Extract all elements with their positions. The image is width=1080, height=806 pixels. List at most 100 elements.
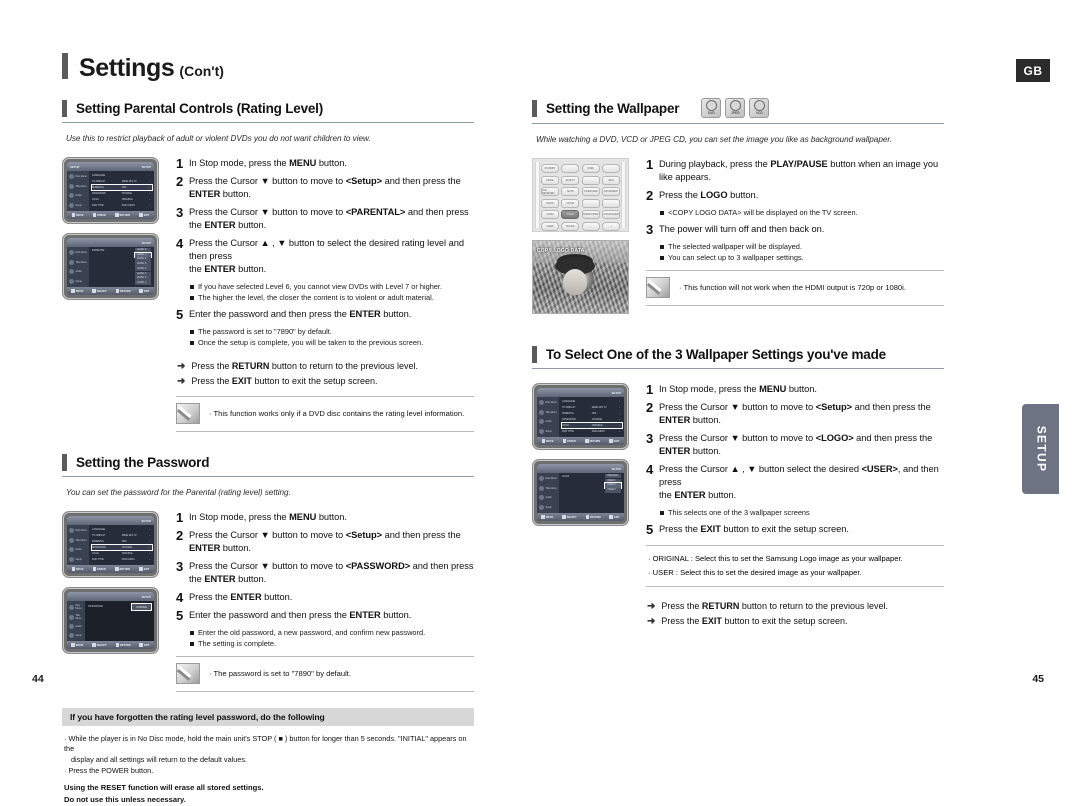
step-item: 1 During playback, press the PLAY/PAUSE b… — [646, 158, 944, 184]
remote-key: INFO — [602, 175, 620, 185]
pencil-icon — [646, 277, 670, 298]
osd-footer-label: ENTER — [97, 213, 106, 217]
osd-option: USER 3 — [605, 488, 621, 493]
step-bullets: Enter the old password, a new password, … — [189, 627, 474, 649]
audio-icon — [539, 495, 544, 501]
remote-control-thumbnail: STANDBY . OPEN . MODE EFFECT . INFO DVD … — [532, 158, 629, 232]
osd-side-label: Audio — [75, 548, 82, 552]
step-item: 5 Press the EXIT button to exit the setup… — [646, 523, 944, 536]
osd-row-value: OFF — [121, 185, 127, 189]
disc-menu-icon — [539, 400, 544, 406]
step-text: In Stop mode, press the MENU button. — [189, 158, 347, 168]
step-item: 2 Press the Cursor ▼ button to move to <S… — [176, 529, 474, 555]
osd-title-left — [540, 391, 541, 395]
osd-footer-label: EXIT — [143, 643, 150, 647]
osd-option: LEVEL 1 — [135, 280, 151, 286]
osd-row-value: ORIGINAL — [121, 197, 133, 201]
step-text: In Stop mode, press the MENU button. — [659, 384, 817, 394]
band-line: · While the player is in No Disc mode, h… — [64, 734, 467, 753]
disc-menu-icon — [69, 250, 74, 256]
osd-footer-label: EXIT — [613, 515, 620, 519]
osd-row-value: WIDE 16:9 TV — [121, 179, 137, 183]
osd-footer-label: MOVE — [76, 567, 84, 571]
step-text: Enter the password and then press the EN… — [189, 309, 412, 319]
osd-row-value: WIDE 16:9 TV — [591, 405, 607, 409]
osd-side-menu: Disc Menu Title Menu Audio Setup — [67, 171, 89, 211]
osd-side-label: Disc Menu — [75, 529, 87, 533]
osd-side-label: Disc Menu — [545, 401, 557, 405]
heading-text: Setting Parental Controls (Rating Level) — [76, 101, 324, 116]
step-text: In Stop mode, press the MENU button. — [189, 512, 347, 522]
title-menu-icon — [539, 409, 544, 415]
osd-footer-label: MOVE — [546, 439, 554, 443]
step-text: Press the LOGO button. — [659, 190, 759, 200]
osd-footer-label: MOVE — [75, 643, 84, 647]
step-text: Press the Cursor ▲ , ▼ button select the… — [659, 464, 939, 500]
step-text: Press the Cursor ▼ button to move to <Se… — [189, 176, 461, 199]
remote-key-logo: LOGO — [561, 210, 580, 220]
memo-text: · This function will not work when the H… — [679, 283, 906, 292]
osd-row-label: PARENTAL — [92, 185, 105, 189]
step-number: 3 — [176, 559, 184, 574]
remote-key: SLEEP — [541, 221, 559, 231]
osd-footer-label: MOVE — [545, 515, 554, 519]
osd-row-value: OFF — [591, 411, 597, 415]
remote-key: ZOOM — [541, 210, 559, 220]
osd-side-label: Setup — [75, 634, 82, 637]
thumbnail-stack: SETUP Disc Menu Title Menu Audio Setup L… — [62, 511, 166, 663]
osd-footer-label: SELECT — [96, 289, 107, 293]
remote-key: DVD RECEIVER — [541, 187, 559, 197]
arrow-note-text: Press the EXIT button to exit the setup … — [191, 376, 378, 386]
osd-row-label: PARENTAL — [92, 539, 105, 543]
osd-row-value: ORIGINAL — [121, 551, 133, 555]
osd-side-menu: Disc Menu Title Menu Audio Setup — [67, 525, 89, 565]
osd-thumbnail-setup-parental: SETUP SETUP Disc Menu Title Menu Audio S… — [62, 157, 159, 224]
osd-side-label: Title Menu — [75, 538, 87, 542]
osd-row-label: TV DISPLAY — [92, 179, 106, 183]
remote-key: EFFECT — [561, 175, 580, 185]
wallpaper-steps-block: STANDBY . OPEN . MODE EFFECT . INFO DVD … — [532, 158, 944, 322]
osd-side-menu: Disc Menu Title Menu Audio Setup — [67, 247, 89, 287]
parental-arrow-notes: ➜ Press the RETURN button to return to th… — [176, 359, 474, 432]
setup-gear-icon — [539, 504, 544, 510]
osd-side-label: Title Menu — [75, 260, 87, 264]
osd-password-value: CHANGE — [131, 603, 152, 611]
remote-key: MONO — [541, 198, 559, 208]
osd-footer-label: EXIT — [143, 213, 150, 217]
remote-key: MODE — [541, 175, 559, 185]
step-item: 1 In Stop mode, press the MENU button. — [176, 511, 474, 524]
osd-row-value: CHANGE — [121, 545, 132, 549]
section-lead-text: Use this to restrict playback of adult o… — [66, 134, 371, 143]
osd-row-label: LANGUAGE — [562, 399, 576, 403]
osd-footer-label: EXIT — [143, 567, 150, 571]
osd-row-value: OFF — [121, 539, 127, 543]
step-item: 1 In Stop mode, press the MENU button. — [646, 383, 944, 396]
select-wallpaper-arrow-notes: ➜ Press the RETURN button to return to th… — [646, 599, 944, 629]
osd-side-label: Audio — [545, 496, 552, 500]
osd-side-label: Audio — [545, 420, 552, 424]
osd-row-value: DVD AUDIO — [591, 429, 605, 433]
disc-icon-label: DVD — [707, 111, 715, 115]
osd-footer-label: RETURN — [120, 643, 131, 647]
bullet-item: If you have selected Level 6, you cannot… — [189, 281, 474, 292]
note-line: · USER : Select this to set the desired … — [648, 568, 862, 577]
step-number: 1 — [176, 510, 184, 525]
osd-side-menu: Disc Menu Title Menu Audio Setup — [537, 473, 559, 513]
osd-title-left: SETUP — [70, 164, 80, 169]
osd-thumbnail-setup-logo: SETUP Disc Menu Title Menu Audio Setup L… — [532, 383, 629, 450]
heading-accent-bar — [532, 99, 537, 117]
parental-steps-list: 1 In Stop mode, press the MENU button. 2P… — [166, 157, 474, 353]
heading-accent-bar — [532, 346, 537, 363]
step-number: 3 — [176, 205, 184, 220]
thumbnail-stack: SETUP SETUP Disc Menu Title Menu Audio S… — [62, 157, 166, 309]
bullet-item: You can select up to 3 wallpaper setting… — [659, 252, 944, 263]
right-column: Setting the Wallpaper DVD JPEG VCD While… — [532, 98, 944, 629]
audio-icon — [69, 547, 74, 553]
osd-row-label: LOGO — [92, 551, 99, 555]
osd-side-label: Audio — [75, 270, 82, 274]
bullet-item: Enter the old password, a new password, … — [189, 627, 474, 638]
remote-key: + — [602, 221, 620, 231]
thumbnail-stack: STANDBY . OPEN . MODE EFFECT . INFO DVD … — [532, 158, 636, 322]
setup-side-tab[interactable]: SETUP — [1022, 404, 1060, 494]
osd-list-label: LOGO — [562, 475, 570, 478]
